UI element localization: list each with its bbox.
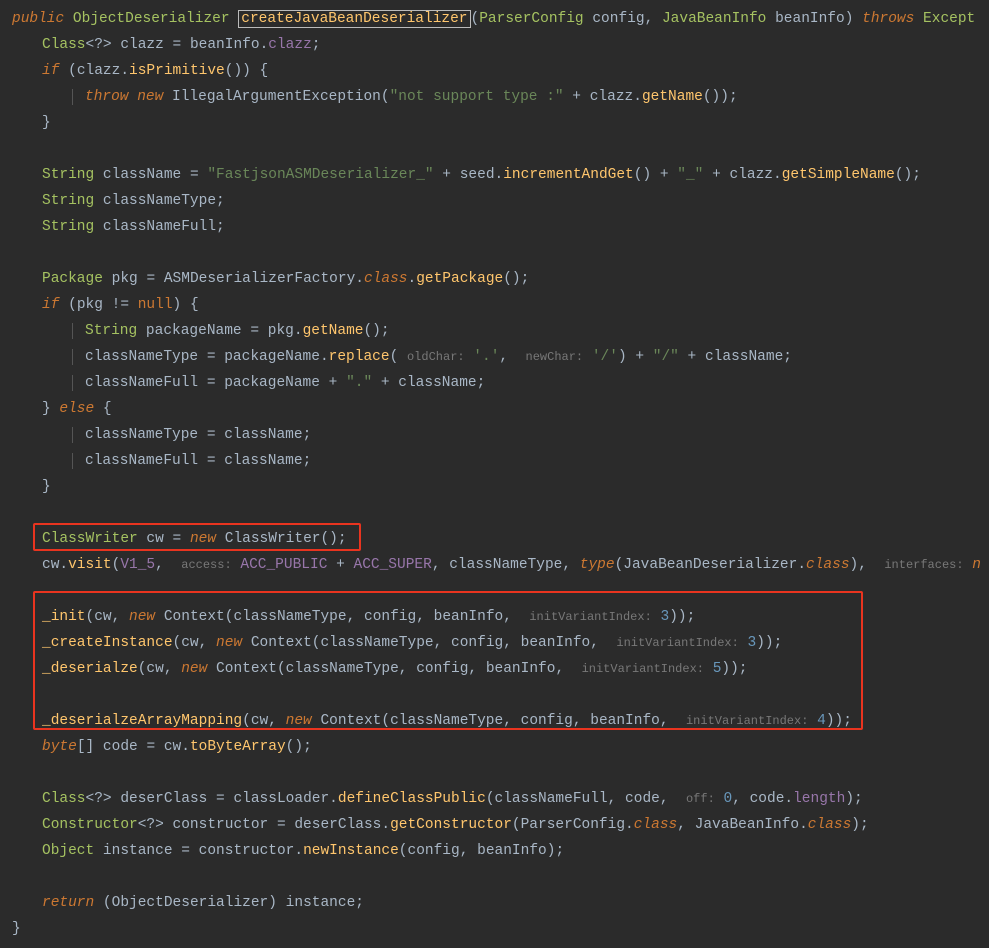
- method-name-highlighted: createJavaBeanDeserializer: [238, 10, 470, 28]
- param-name: config: [592, 11, 644, 27]
- code-line: String className = "FastjsonASMDeseriali…: [12, 162, 989, 188]
- code-line: Class<?> deserClass = classLoader.define…: [12, 786, 989, 812]
- code-line: Object instance = constructor.newInstanc…: [12, 838, 989, 864]
- code-editor[interactable]: public ObjectDeserializer createJavaBean…: [0, 0, 989, 948]
- code-line: _init(cw, new Context(classNameType, con…: [12, 604, 989, 630]
- code-line: }: [12, 110, 989, 136]
- code-line: _deserialze(cw, new Context(classNameTyp…: [12, 656, 989, 682]
- param-name: beanInfo: [775, 11, 845, 27]
- code-line: }: [12, 916, 989, 942]
- code-line: if (clazz.isPrimitive()) {: [12, 58, 989, 84]
- code-line: Package pkg = ASMDeserializerFactory.cla…: [12, 266, 989, 292]
- keyword: public: [12, 11, 64, 27]
- code-line: classNameFull = className;: [12, 448, 989, 474]
- code-line: classNameType = className;: [12, 422, 989, 448]
- code-line: classNameFull = packageName + "." + clas…: [12, 370, 989, 396]
- code-line: }: [12, 474, 989, 500]
- code-line: throw new IllegalArgumentException("not …: [12, 84, 989, 110]
- code-line: Class<?> clazz = beanInfo.clazz;: [12, 32, 989, 58]
- code-line: } else {: [12, 396, 989, 422]
- code-line: byte[] code = cw.toByteArray();: [12, 734, 989, 760]
- code-line: public ObjectDeserializer createJavaBean…: [12, 6, 989, 32]
- code-line: _createInstance(cw, new Context(classNam…: [12, 630, 989, 656]
- code-line: _deserialzeArrayMapping(cw, new Context(…: [12, 708, 989, 734]
- code-line: String classNameType;: [12, 188, 989, 214]
- code-line: return (ObjectDeserializer) instance;: [12, 890, 989, 916]
- code-line: String classNameFull;: [12, 214, 989, 240]
- code-line: if (pkg != null) {: [12, 292, 989, 318]
- param-type: ParserConfig: [479, 11, 583, 27]
- return-type: ObjectDeserializer: [73, 11, 230, 27]
- code-line: String packageName = pkg.getName();: [12, 318, 989, 344]
- code-line: ClassWriter cw = new ClassWriter();: [12, 526, 989, 552]
- code-line: cw.visit(V1_5, access: ACC_PUBLIC + ACC_…: [12, 552, 989, 578]
- param-type: JavaBeanInfo: [662, 11, 766, 27]
- keyword: throws: [862, 11, 914, 27]
- exception-type: Except: [923, 11, 975, 27]
- code-line: Constructor<?> constructor = deserClass.…: [12, 812, 989, 838]
- code-line: classNameType = packageName.replace( old…: [12, 344, 989, 370]
